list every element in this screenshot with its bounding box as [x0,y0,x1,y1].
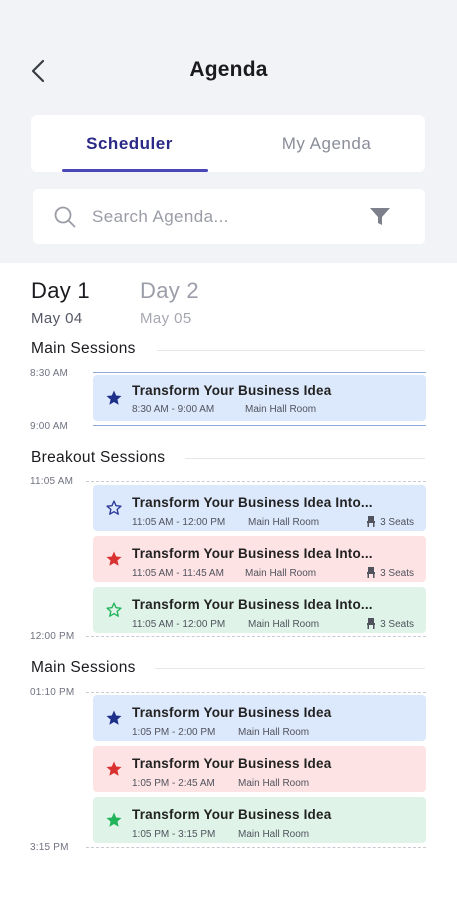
session-time: 11:05 AM - 12:00 PM [132,517,226,528]
page-title: Agenda [189,58,268,81]
session-card[interactable]: Transform Your Business Idea Into... 11:… [93,536,426,582]
session-title: Transform Your Business Idea [132,807,332,822]
section-divider [157,350,425,351]
session-title: Transform Your Business Idea [132,383,332,398]
session-room: Main Hall Room [248,619,320,630]
search-bar [33,189,425,244]
session-time: 1:05 PM - 3:15 PM [132,829,216,840]
time-label: 12:00 PM [30,631,75,642]
seats-info: 3 Seats [366,516,414,528]
seats-count: 3 Seats [380,568,414,579]
time-label: 9:00 AM [30,421,69,432]
session-room: Main Hall Room [245,568,317,579]
section-title: Main Sessions [31,659,136,676]
section-title: Main Sessions [31,340,136,357]
session-card[interactable]: Transform Your Business Idea 1:05 PM - 2… [93,695,426,741]
session-card[interactable]: Transform Your Business Idea Into... 11:… [93,587,426,633]
session-card[interactable]: Transform Your Business Idea 1:05 PM - 3… [93,797,426,843]
star-filled-icon[interactable] [105,760,123,778]
chair-icon [367,516,376,527]
session-title: Transform Your Business Idea Into... [132,546,373,561]
chair-icon [367,618,376,629]
session-card[interactable]: Transform Your Business Idea 1:05 PM - 2… [93,746,426,792]
section-divider [185,458,425,459]
time-line [93,425,426,426]
session-time: 11:05 AM - 12:00 PM [132,619,226,630]
session-room: Main Hall Room [245,404,317,415]
search-input[interactable] [92,201,352,233]
seats-info: 3 Seats [366,567,414,579]
filter-icon[interactable] [369,207,391,227]
day-name: Day 2 [140,278,199,303]
day-2-tab[interactable]: Day 2 May 05 [140,278,199,327]
day-date: May 04 [31,310,83,327]
seats-count: 3 Seats [380,619,414,630]
active-tab-indicator [62,169,208,172]
session-room: Main Hall Room [248,517,320,528]
tab-scheduler[interactable]: Scheduler [31,115,228,172]
tab-my-agenda[interactable]: My Agenda [228,115,425,172]
session-title: Transform Your Business Idea [132,705,332,720]
session-time: 1:05 PM - 2:00 PM [132,727,216,738]
session-title: Transform Your Business Idea [132,756,332,771]
day-name: Day 1 [31,278,90,303]
chair-icon [367,567,376,578]
star-filled-icon[interactable] [105,709,123,727]
seats-count: 3 Seats [380,517,414,528]
time-label: 8:30 AM [30,368,69,379]
session-card[interactable]: Transform Your Business Idea 8:30 AM - 9… [93,375,426,421]
time-line [93,372,426,373]
day-date: May 05 [140,310,192,327]
section-title: Breakout Sessions [31,449,166,466]
time-line [86,636,426,637]
header-area: Agenda Scheduler My Agenda [0,0,457,263]
star-filled-icon[interactable] [105,811,123,829]
session-time: 8:30 AM - 9:00 AM [132,404,215,415]
star-outline-icon[interactable] [105,499,123,517]
time-line [86,847,426,848]
session-time: 11:05 AM - 11:45 AM [132,568,224,579]
time-line [86,481,426,482]
tab-bar: Scheduler My Agenda [31,115,425,172]
seats-info: 3 Seats [366,618,414,630]
session-time: 1:05 PM - 2:45 AM [132,778,215,789]
section-divider [155,668,425,669]
session-card[interactable]: Transform Your Business Idea Into... 11:… [93,485,426,531]
search-icon [54,206,76,228]
time-label: 11:05 AM [30,476,74,487]
star-filled-icon[interactable] [105,389,123,407]
session-title: Transform Your Business Idea Into... [132,597,373,612]
session-room: Main Hall Room [238,829,310,840]
time-line [86,692,426,693]
session-room: Main Hall Room [238,778,310,789]
session-title: Transform Your Business Idea Into... [132,495,373,510]
time-label: 3:15 PM [30,842,69,853]
time-label: 01:10 PM [30,687,75,698]
session-room: Main Hall Room [238,727,310,738]
day-1-tab[interactable]: Day 1 May 04 [31,278,90,327]
star-filled-icon[interactable] [105,550,123,568]
star-outline-icon[interactable] [105,601,123,619]
